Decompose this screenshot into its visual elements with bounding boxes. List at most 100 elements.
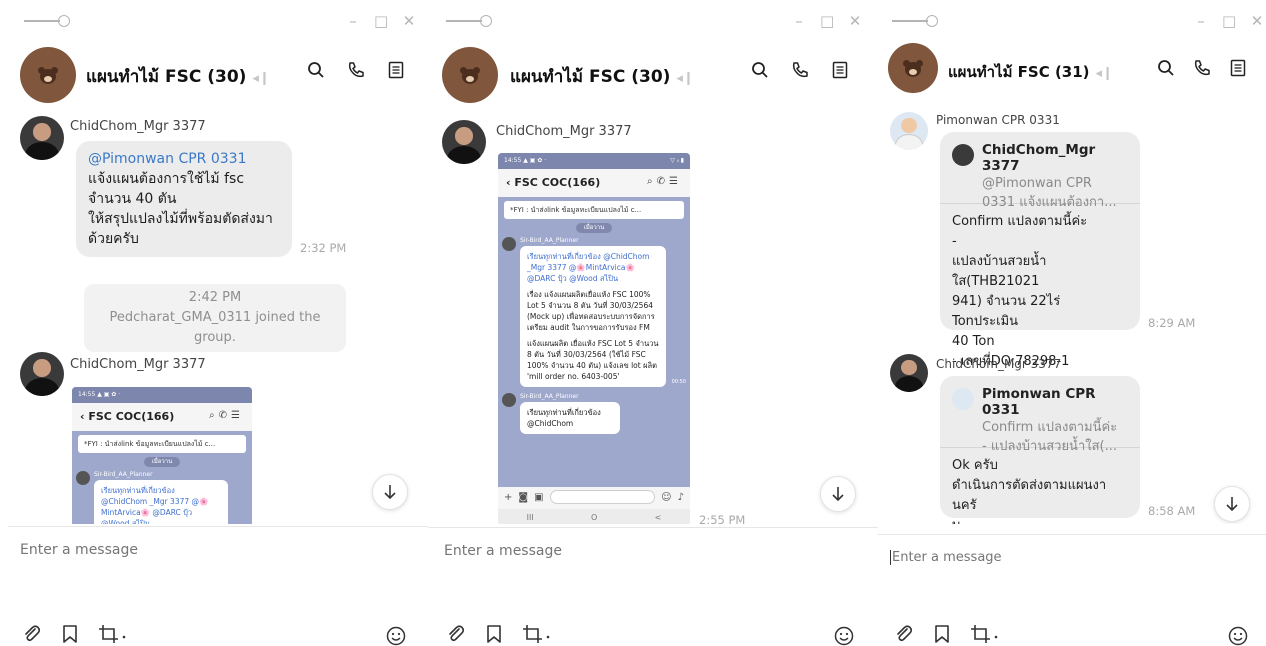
sender-name: ChidChom_Mgr 3377 [70, 119, 206, 134]
phone-fyi-banner: *FYI : นำส่งlink ข้อมูลทะเบียนแปลงไม้ c.… [78, 435, 246, 453]
header-actions [306, 60, 428, 80]
minimize-icon[interactable]: – [792, 12, 806, 30]
chat-title[interactable]: แผนทำไม้ FSC (30) ◂❙ [86, 63, 270, 90]
crop-icon[interactable] [522, 624, 552, 644]
image-message[interactable]: 14:55 ▲ ▣ ✿ · ▽ ᵢₗ ▮ ‹ FSC COC(166) ⌕✆☰ *F… [498, 153, 690, 524]
more-vertical-icon[interactable] [870, 60, 878, 80]
phone-icon[interactable] [1192, 58, 1212, 78]
avatar[interactable] [20, 352, 64, 396]
bookmark-icon[interactable] [62, 624, 78, 644]
scroll-down-button[interactable] [372, 474, 408, 510]
phone-header-icons: ⌕✆☰ [209, 410, 244, 421]
notes-icon[interactable] [1228, 58, 1248, 78]
scroll-down-button[interactable] [1214, 486, 1250, 522]
close-icon[interactable]: ✕ [848, 12, 862, 30]
message-list[interactable]: ChidChom_Mgr 3377 @Pimonwan CPR 0331 แจ้… [0, 108, 428, 524]
divider [8, 526, 428, 527]
speaker-icon: ◂❙ [1095, 66, 1113, 81]
bear-icon [902, 58, 924, 78]
phone-status-bar: 14:55 ▲ ▣ ✿ · ▽ ᵢₗ ▮ [498, 153, 690, 169]
phone-text: เรื่อง แจ้งแผนผลิตเยื่อแห้ง FSC 100% Lot… [527, 290, 655, 332]
pin-icon[interactable] [446, 14, 494, 28]
emoji-icon[interactable] [834, 626, 854, 646]
speaker-icon: ◂❙ [676, 71, 694, 86]
phone-nav-back: < [654, 512, 662, 522]
message-line: แจ้งแผนต้องการใช้ไม้ fsc [88, 171, 245, 187]
close-icon[interactable]: ✕ [402, 12, 416, 30]
paperclip-icon[interactable] [446, 624, 466, 644]
composer-tools [446, 624, 552, 644]
quoted-message[interactable]: ChidChom_Mgr 3377 @Pimonwan CPR 0331 แจ้… [940, 132, 1140, 210]
maximize-icon[interactable]: □ [374, 12, 388, 30]
close-icon[interactable]: ✕ [1250, 12, 1264, 30]
notes-icon[interactable] [830, 60, 850, 80]
crop-icon[interactable] [970, 624, 1000, 644]
pin-icon[interactable] [24, 14, 72, 28]
message-line: จำนวน 40 ตัน [88, 191, 177, 207]
message-bubble[interactable]: @Pimonwan CPR 0331 แจ้งแผนต้องการใช้ไม้ … [76, 141, 292, 257]
composer [878, 538, 1266, 608]
phone-icon[interactable] [790, 60, 810, 80]
timestamp: 2:32 PM [300, 241, 347, 255]
system-text: Pedcharat_GMA_0311 joined the group. [109, 310, 321, 345]
mention-link[interactable]: @Pimonwan CPR 0331 [88, 149, 280, 169]
image-message[interactable]: 14:55 ▲ ▣ ✿ · ‹ FSC COC(166) ⌕✆☰ *FYI : น… [72, 387, 252, 524]
message-line: - [952, 234, 957, 249]
message-input[interactable] [444, 543, 784, 559]
phone-nav-recents: III [526, 512, 534, 522]
paperclip-icon[interactable] [894, 624, 914, 644]
message-input[interactable] [890, 550, 1190, 565]
quote-text: 0331 แจ้งแผนต้องกา... [982, 195, 1117, 210]
avatar[interactable] [890, 354, 928, 392]
paperclip-icon[interactable] [22, 624, 42, 644]
phone-chat-name: FSC COC(166) [88, 410, 175, 423]
avatar[interactable] [20, 116, 64, 160]
quoted-message[interactable]: Pimonwan CPR 0331 Confirm แปลงตามนี้ค่ะ … [940, 376, 1140, 454]
window-controls: – □ ✕ [792, 12, 862, 30]
phone-bubble: เรียนทุกท่านที่เกี่ยวข้อง @ChidChom [520, 402, 620, 434]
crop-icon[interactable] [98, 624, 128, 644]
message-list[interactable]: Pimonwan CPR 0331 ChidChom_Mgr 3377 @Pim… [878, 100, 1266, 524]
notes-icon[interactable] [386, 60, 406, 80]
phone-bubble: เรียนทุกท่านที่เกี่ยวข้อง @ChidChom _Mgr… [94, 480, 228, 524]
phone-date-pill: เมื่อวาน [576, 223, 612, 233]
phone-nav-bar: III O < [498, 509, 690, 524]
emoji-icon[interactable] [1228, 626, 1248, 646]
bookmark-icon[interactable] [934, 624, 950, 644]
avatar[interactable] [890, 112, 928, 150]
minimize-icon[interactable]: – [1194, 12, 1208, 30]
header-actions [1156, 58, 1266, 78]
bookmark-icon[interactable] [486, 624, 502, 644]
emoji-icon[interactable] [386, 626, 406, 646]
sender-name: Pimonwan CPR 0331 [936, 113, 1060, 127]
chat-header: แผนทำไม้ FSC (31) ◂❙ [878, 40, 1266, 100]
group-avatar[interactable] [888, 43, 938, 93]
chat-title[interactable]: แผนทำไม้ FSC (30) ◂❙ [510, 63, 694, 90]
reply-bubble[interactable]: ChidChom_Mgr 3377 @Pimonwan CPR 0331 แจ้… [940, 132, 1140, 369]
sender-name: ChidChom_Mgr 3377 [70, 357, 206, 372]
group-avatar[interactable] [442, 47, 498, 103]
chat-window-3: – □ ✕ แผนทำไม้ FSC (31) ◂❙ Pimonwan CPR 0… [878, 0, 1266, 646]
phone-composer: + ◙ ▣ ☺ ♪ III O < [498, 487, 690, 524]
message-input[interactable] [20, 542, 360, 558]
chat-title[interactable]: แผนทำไม้ FSC (31) ◂❙ [948, 60, 1113, 84]
minimize-icon[interactable]: – [346, 12, 360, 30]
message-list[interactable]: ChidChom_Mgr 3377 14:55 ▲ ▣ ✿ · ▽ ᵢₗ ▮ ‹ … [428, 108, 878, 524]
search-icon[interactable] [306, 60, 326, 80]
maximize-icon[interactable]: □ [1222, 12, 1236, 30]
search-icon[interactable] [750, 60, 770, 80]
bear-icon [37, 65, 59, 85]
phone-poster: Sir-Bird_AA_Planner [94, 471, 153, 478]
avatar[interactable] [442, 120, 486, 164]
scroll-down-button[interactable] [820, 476, 856, 512]
message-line: 40 Ton [952, 334, 995, 349]
phone-poster: Sir-Bird_AA_Planner [520, 237, 579, 244]
composer-tools [22, 624, 128, 644]
phone-icon[interactable] [346, 60, 366, 80]
group-avatar[interactable] [20, 47, 76, 103]
reply-bubble[interactable]: Pimonwan CPR 0331 Confirm แปลงตามนี้ค่ะ … [940, 376, 1140, 524]
pin-icon[interactable] [892, 14, 940, 28]
title-bar: – □ ✕ [428, 0, 878, 40]
maximize-icon[interactable]: □ [820, 12, 834, 30]
search-icon[interactable] [1156, 58, 1176, 78]
